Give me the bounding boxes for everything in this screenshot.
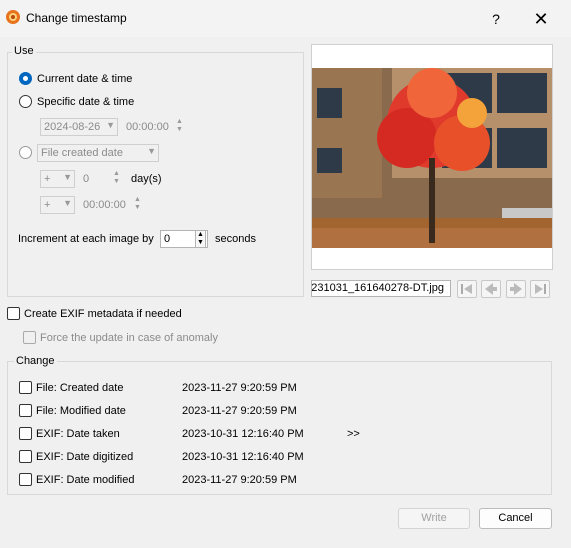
sign2-combo[interactable]: + ▼ — [40, 196, 75, 214]
file-modified-checkbox[interactable] — [19, 404, 32, 417]
file-created-radio[interactable] — [19, 146, 32, 159]
specific-datetime-label[interactable]: Specific date & time — [37, 96, 134, 108]
sign1-combo[interactable]: + ▼ — [40, 170, 75, 188]
specific-time-field[interactable]: 00:00:00 — [122, 118, 176, 136]
specific-date-combo[interactable]: 2024-08-26 ▼ — [40, 118, 118, 136]
specific-time-spinner[interactable]: ▲ ▼ — [174, 118, 185, 136]
specific-date-value: 2024-08-26 — [44, 121, 101, 133]
filename-field[interactable]: 20231031_161640278-DT.jpg — [311, 280, 451, 297]
previous-image-button[interactable] — [481, 280, 501, 298]
increment-spinner[interactable]: ▲ ▼ — [195, 230, 206, 248]
last-image-button[interactable] — [530, 280, 550, 298]
change-row-label: EXIF: Date modified — [36, 474, 135, 486]
create-exif-label[interactable]: Create EXIF metadata if needed — [24, 308, 182, 320]
change-row-value: 2023-10-31 12:16:40 PM — [182, 451, 304, 463]
offset-time-value: 00:00:00 — [83, 199, 126, 211]
left-arrow-icon — [485, 283, 497, 295]
specific-time-value: 00:00:00 — [126, 121, 169, 133]
days-spinner[interactable]: ▲ ▼ — [111, 170, 122, 188]
change-row-value: 2023-11-27 9:20:59 PM — [182, 405, 297, 417]
change-row-label: EXIF: Date taken — [36, 428, 120, 440]
offset-time-field[interactable]: 00:00:00 — [79, 196, 131, 214]
increment-label: Increment at each image by — [18, 233, 154, 245]
close-button[interactable]: ✕ — [530, 8, 552, 30]
help-button[interactable]: ? — [486, 9, 506, 29]
current-datetime-radio[interactable] — [19, 72, 32, 85]
current-datetime-label[interactable]: Current date & time — [37, 73, 132, 85]
preview-frame — [311, 44, 553, 270]
force-update-checkbox[interactable] — [23, 331, 36, 344]
chevron-down-icon: ▼ — [147, 146, 156, 156]
days-value: 0 — [83, 173, 90, 185]
change-row-label: EXIF: Date digitized — [36, 451, 134, 463]
exif-date-taken-checkbox[interactable] — [19, 427, 32, 440]
create-exif-checkbox[interactable] — [7, 307, 20, 320]
exif-date-digitized-checkbox[interactable] — [19, 450, 32, 463]
days-field[interactable]: 0 — [79, 170, 109, 188]
chevron-down-icon: ▼ — [106, 120, 115, 130]
last-arrow-icon — [535, 284, 546, 294]
app-icon — [6, 10, 20, 24]
title-bar: Change timestamp ? ✕ — [0, 0, 571, 37]
specific-datetime-radio[interactable] — [19, 95, 32, 108]
increment-value: 0 — [164, 233, 171, 245]
use-group-title: Use — [12, 45, 36, 57]
change-row-label: File: Created date — [36, 382, 124, 394]
change-row-value: 2023-11-27 9:20:59 PM — [182, 474, 297, 486]
first-image-button[interactable] — [457, 280, 477, 298]
first-arrow-icon — [461, 284, 472, 294]
cancel-button[interactable]: Cancel — [479, 508, 552, 529]
change-row-value: 2023-11-27 9:20:59 PM — [182, 382, 297, 394]
preview-photo — [312, 68, 552, 248]
change-group-title: Change — [14, 355, 57, 367]
change-row-label: File: Modified date — [36, 405, 126, 417]
right-arrow-icon — [510, 283, 522, 295]
offset-time-spinner[interactable]: ▲ ▼ — [132, 196, 143, 214]
next-image-button[interactable] — [506, 280, 526, 298]
change-row-value: 2023-10-31 12:16:40 PM — [182, 428, 304, 440]
sign1-value: + — [44, 173, 51, 185]
copy-date-button[interactable]: >> — [347, 428, 360, 440]
chevron-down-icon: ▼ — [63, 172, 72, 182]
write-button[interactable]: Write — [398, 508, 470, 529]
file-created-value: File created date — [41, 147, 123, 159]
increment-unit-label: seconds — [215, 233, 256, 245]
days-unit-label: day(s) — [131, 173, 162, 185]
file-created-checkbox[interactable] — [19, 381, 32, 394]
exif-date-modified-checkbox[interactable] — [19, 473, 32, 486]
sign2-value: + — [44, 199, 51, 211]
window-title: Change timestamp — [26, 11, 127, 25]
force-update-label[interactable]: Force the update in case of anomaly — [40, 332, 218, 344]
file-created-combo[interactable]: File created date ▼ — [37, 144, 159, 162]
filename-value: 20231031_161640278-DT.jpg — [311, 282, 444, 294]
chevron-down-icon: ▼ — [63, 198, 72, 208]
